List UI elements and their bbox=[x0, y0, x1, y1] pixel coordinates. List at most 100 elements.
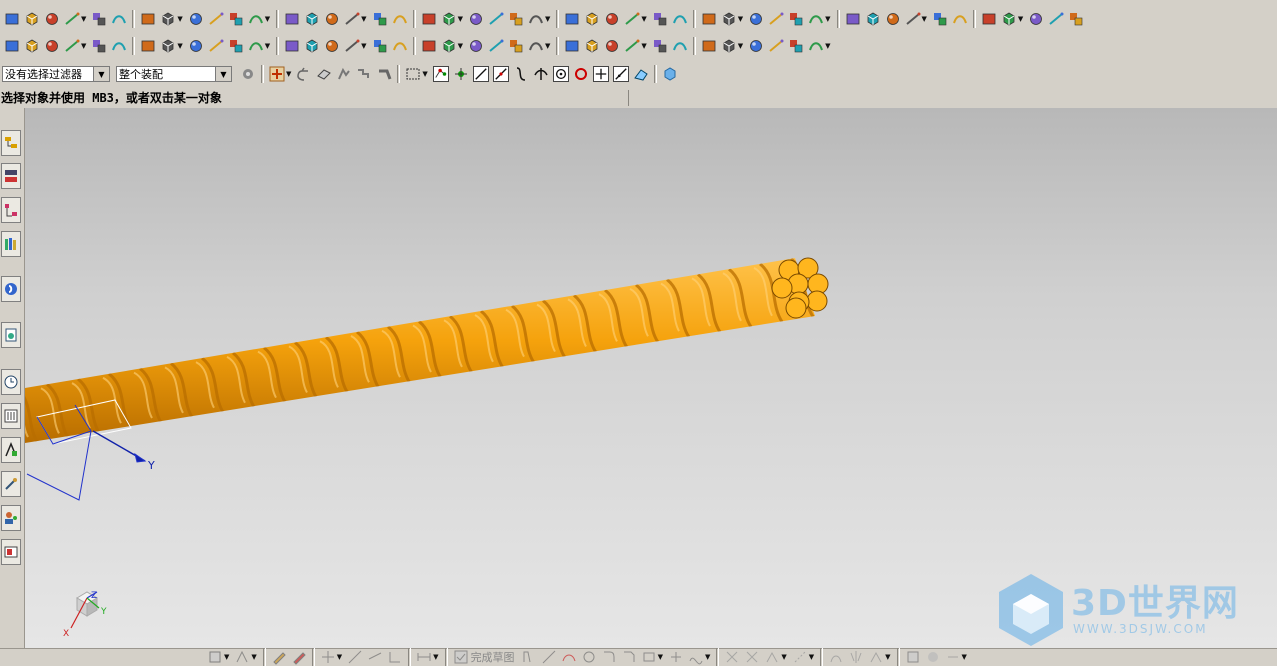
cylinder-icon[interactable] bbox=[624, 11, 640, 27]
part3-icon[interactable] bbox=[111, 11, 127, 27]
selection-filter-select[interactable]: 没有选择过滤器 ▼ bbox=[2, 66, 110, 82]
selection-box-icon[interactable] bbox=[405, 66, 421, 82]
corner-icon[interactable] bbox=[387, 649, 403, 665]
arc-icon[interactable] bbox=[561, 649, 577, 665]
finish-sketch-icon[interactable] bbox=[453, 649, 469, 665]
measure-icon[interactable] bbox=[652, 38, 668, 54]
rotate-icon[interactable] bbox=[624, 38, 640, 54]
chevron-down-icon[interactable]: ▼ bbox=[422, 70, 427, 78]
move-icon[interactable] bbox=[604, 38, 620, 54]
sew-icon[interactable] bbox=[1028, 11, 1044, 27]
part2-icon[interactable] bbox=[91, 11, 107, 27]
block-icon[interactable] bbox=[392, 11, 408, 27]
model-canvas[interactable]: Y Z Y X bbox=[25, 108, 1277, 648]
feature-icon[interactable] bbox=[160, 11, 176, 27]
chevron-down-icon[interactable]: ▼ bbox=[825, 42, 830, 50]
snap-on-curve-icon[interactable] bbox=[612, 66, 629, 82]
chamfer-icon[interactable] bbox=[621, 649, 637, 665]
chevron-down-icon[interactable]: ▼ bbox=[458, 15, 463, 23]
face-icon[interactable] bbox=[421, 11, 437, 27]
shape-icon[interactable] bbox=[188, 11, 204, 27]
spline-icon[interactable] bbox=[688, 649, 704, 665]
draft-icon[interactable] bbox=[885, 11, 901, 27]
slot-icon[interactable] bbox=[768, 11, 784, 27]
line-icon[interactable] bbox=[4, 38, 20, 54]
cube-icon[interactable] bbox=[584, 11, 600, 27]
chevron-down-icon[interactable]: ▼ bbox=[641, 42, 646, 50]
chamfer-icon[interactable] bbox=[528, 11, 544, 27]
snap-existing-point-icon[interactable] bbox=[592, 66, 609, 82]
render-icon[interactable] bbox=[1068, 11, 1084, 27]
chevron-down-icon[interactable]: ▼ bbox=[224, 653, 229, 661]
circle-icon[interactable] bbox=[581, 649, 597, 665]
pattern-icon[interactable] bbox=[981, 11, 997, 27]
filter-settings-icon[interactable] bbox=[240, 66, 256, 82]
material-icon[interactable] bbox=[748, 38, 764, 54]
chevron-down-icon[interactable]: ▼ bbox=[705, 653, 710, 661]
circle-slash-icon[interactable] bbox=[392, 38, 408, 54]
new-icon[interactable] bbox=[4, 11, 20, 27]
chevron-down-icon[interactable]: ▼ bbox=[337, 653, 342, 661]
pocket-icon[interactable] bbox=[748, 11, 764, 27]
line-icon[interactable] bbox=[541, 649, 557, 665]
fillet-icon[interactable] bbox=[601, 649, 617, 665]
constraint-icon[interactable] bbox=[724, 649, 740, 665]
key-icon[interactable] bbox=[584, 38, 600, 54]
pen2-icon[interactable] bbox=[291, 649, 307, 665]
text-icon[interactable] bbox=[208, 38, 224, 54]
pattern-curve-icon[interactable] bbox=[868, 649, 884, 665]
polygon-icon[interactable] bbox=[91, 38, 107, 54]
chevron-down-icon[interactable]: ▼ bbox=[215, 67, 231, 81]
undo-arrow-icon[interactable] bbox=[296, 66, 312, 82]
chevron-down-icon[interactable]: ▼ bbox=[738, 42, 743, 50]
chevron-down-icon[interactable]: ▼ bbox=[545, 42, 550, 50]
manufacturing-wizard-tab[interactable] bbox=[1, 471, 21, 497]
chevron-down-icon[interactable]: ▼ bbox=[458, 42, 463, 50]
spline-icon[interactable] bbox=[64, 38, 80, 54]
snap-endpoint-icon[interactable] bbox=[472, 66, 489, 82]
project-icon[interactable] bbox=[248, 38, 264, 54]
sweep-icon[interactable] bbox=[304, 11, 320, 27]
drafting-icon[interactable] bbox=[208, 11, 224, 27]
pen-icon[interactable] bbox=[271, 649, 287, 665]
auto-constraint-icon[interactable] bbox=[744, 649, 760, 665]
wire-rope-model[interactable] bbox=[25, 257, 844, 443]
extend-curve-icon[interactable] bbox=[367, 649, 383, 665]
extrude-icon[interactable] bbox=[372, 11, 388, 27]
analysis-icon[interactable] bbox=[672, 38, 688, 54]
reuse-library-tab[interactable] bbox=[1, 231, 21, 257]
snap-intersect-icon[interactable] bbox=[533, 66, 549, 82]
chevron-down-icon[interactable]: ▼ bbox=[545, 15, 550, 23]
web-browser-tab[interactable] bbox=[1, 322, 21, 348]
chevron-down-icon[interactable]: ▼ bbox=[885, 653, 890, 661]
reattach-icon[interactable] bbox=[925, 649, 941, 665]
chamfer2-icon[interactable] bbox=[160, 38, 176, 54]
sphere3-icon[interactable] bbox=[372, 38, 388, 54]
system-scene-tab[interactable] bbox=[1, 539, 21, 565]
part-icon[interactable] bbox=[64, 11, 80, 27]
layer2-icon[interactable] bbox=[721, 38, 737, 54]
profile-icon[interactable] bbox=[521, 649, 537, 665]
sketch-constraint-icon[interactable] bbox=[234, 649, 250, 665]
chevron-down-icon[interactable]: ▼ bbox=[781, 653, 786, 661]
open-icon[interactable] bbox=[24, 11, 40, 27]
graphics-window[interactable]: Y Z Y X 3D世界网 WWW.3DSJW.COM bbox=[25, 108, 1277, 648]
save-icon[interactable] bbox=[44, 11, 60, 27]
mirror-curve-icon[interactable] bbox=[848, 649, 864, 665]
point-icon[interactable] bbox=[111, 38, 127, 54]
edit-curve-icon[interactable] bbox=[188, 38, 204, 54]
combined-icon[interactable] bbox=[304, 38, 320, 54]
flatten-icon[interactable] bbox=[508, 38, 524, 54]
chevron-down-icon[interactable]: ▼ bbox=[809, 653, 814, 661]
chevron-down-icon[interactable]: ▼ bbox=[177, 15, 182, 23]
torus-icon[interactable] bbox=[652, 11, 668, 27]
surface-icon[interactable] bbox=[701, 38, 717, 54]
convert-ref-icon[interactable] bbox=[792, 649, 808, 665]
thread-icon[interactable] bbox=[845, 11, 861, 27]
cone-icon[interactable] bbox=[604, 11, 620, 27]
part-navigator-tab[interactable] bbox=[1, 197, 21, 223]
chevron-down-icon[interactable]: ▼ bbox=[286, 70, 291, 78]
patch-icon[interactable] bbox=[1048, 11, 1064, 27]
assembly-navigator-tab[interactable] bbox=[1, 130, 21, 156]
chevron-down-icon[interactable]: ▼ bbox=[658, 653, 663, 661]
